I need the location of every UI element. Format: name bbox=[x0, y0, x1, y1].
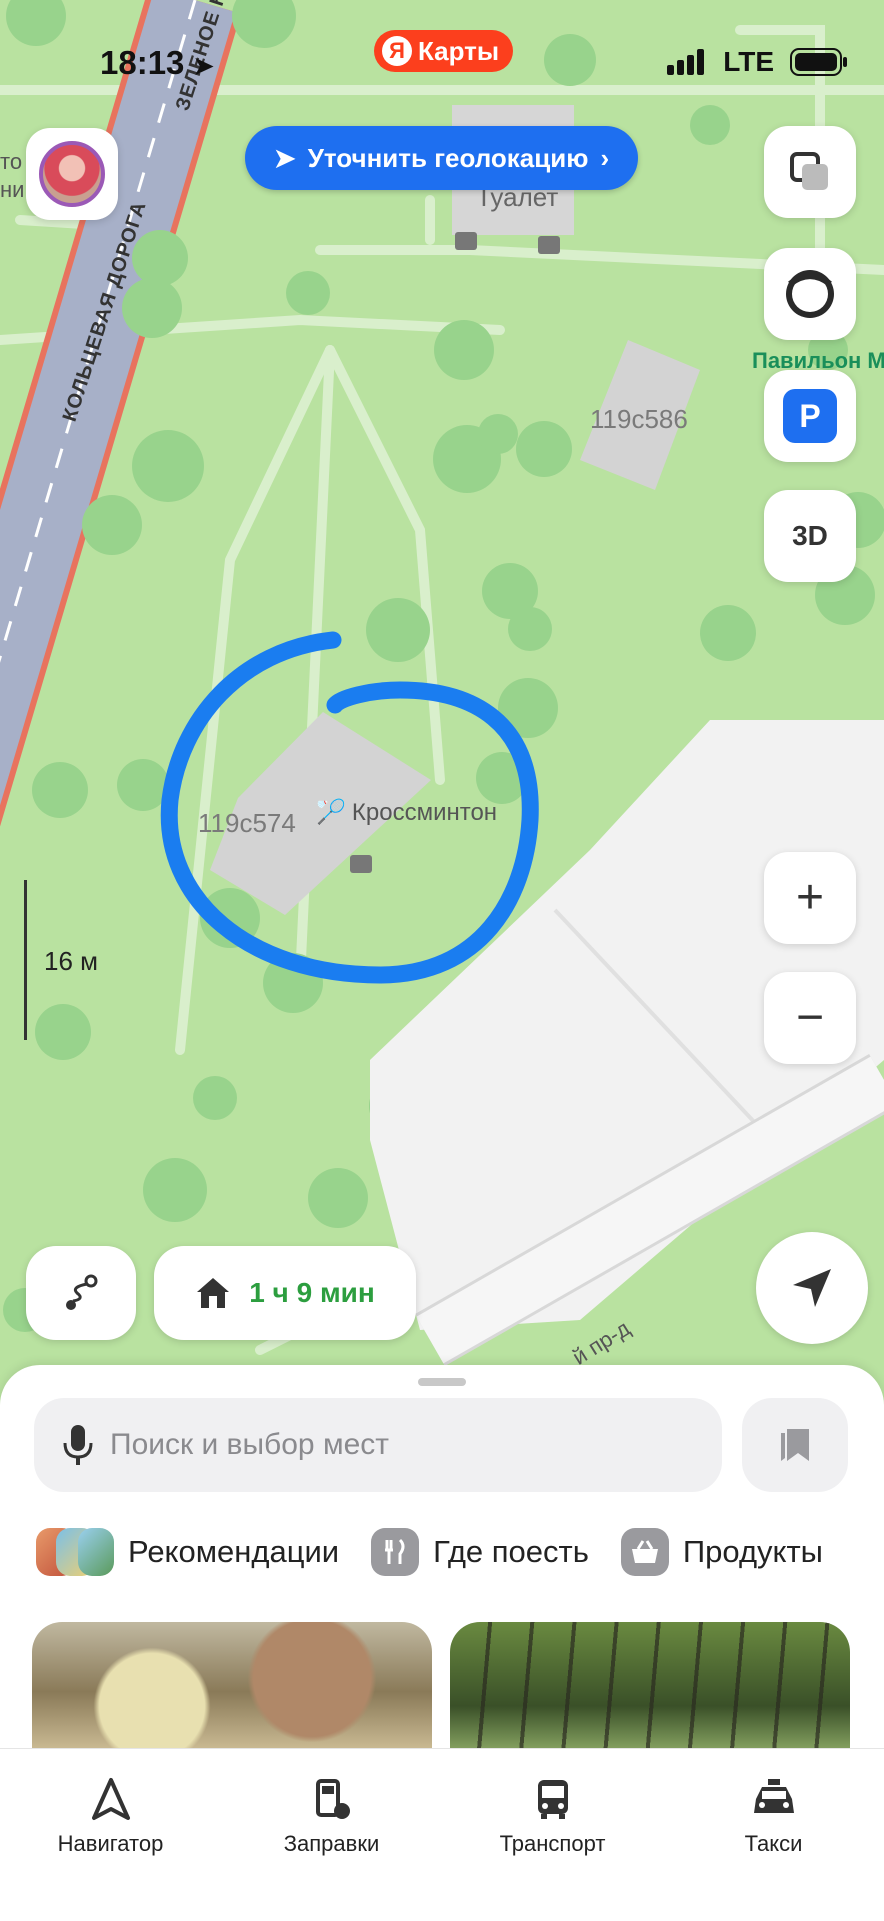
card-image bbox=[450, 1622, 850, 1762]
battery-icon bbox=[790, 48, 847, 76]
poi-label: Кроссминтон bbox=[351, 798, 498, 826]
route-button[interactable] bbox=[26, 1246, 136, 1340]
plus-icon: + bbox=[795, 871, 825, 924]
tab-navigator[interactable]: Навигатор bbox=[0, 1749, 221, 1921]
building-label-119c586: 119с586 bbox=[590, 404, 688, 434]
refine-location-button[interactable]: ➤ Уточнить геолокацию › bbox=[245, 126, 638, 190]
search-bar[interactable]: Поиск и выбор мест bbox=[34, 1398, 722, 1492]
tab-label: Транспорт bbox=[499, 1831, 606, 1856]
chip-recommendations[interactable]: Рекомендации bbox=[36, 1528, 339, 1576]
status-time: 18:13 ➤ bbox=[100, 44, 214, 81]
avatar bbox=[39, 141, 105, 207]
chip-label: Рекомендации bbox=[128, 1534, 340, 1569]
tab-fuel[interactable]: Заправки bbox=[221, 1749, 442, 1921]
basket-icon bbox=[620, 1528, 669, 1576]
tab-bar: Навигатор Заправки Транспорт Такси bbox=[0, 1748, 884, 1921]
my-location-button[interactable] bbox=[756, 1232, 868, 1344]
bus-icon bbox=[537, 1780, 568, 1819]
profile-button[interactable] bbox=[26, 128, 118, 220]
location-arrow-icon: ➤ bbox=[273, 142, 296, 173]
tab-taxi[interactable]: Такси bbox=[663, 1749, 884, 1921]
sheet-handle[interactable] bbox=[418, 1378, 466, 1386]
tab-label: Заправки bbox=[283, 1831, 380, 1856]
building-label-119c574: 119с574 bbox=[198, 808, 296, 838]
3d-button[interactable]: 3D bbox=[764, 490, 856, 582]
recommendation-card[interactable] bbox=[450, 1622, 850, 1762]
tab-transport[interactable]: Транспорт bbox=[442, 1749, 663, 1921]
card-image bbox=[32, 1622, 432, 1762]
parking-icon: P bbox=[783, 389, 837, 443]
navigator-icon bbox=[91, 1778, 130, 1820]
recommendation-card[interactable] bbox=[32, 1622, 432, 1762]
microphone-icon[interactable] bbox=[58, 1423, 98, 1467]
zoom-in-button[interactable]: + bbox=[764, 852, 856, 944]
chip-where-to-eat[interactable]: Где поесть bbox=[371, 1528, 589, 1576]
sport-icon: 🏸 bbox=[316, 799, 346, 826]
scale-label: 16 м bbox=[44, 946, 99, 976]
fork-knife-icon bbox=[371, 1528, 420, 1576]
status-right: LTE bbox=[667, 46, 848, 78]
chip-label: Где поесть bbox=[433, 1534, 589, 1569]
poi-crossminton[interactable]: 🏸 Кроссминтон bbox=[316, 798, 497, 827]
bookmarks-icon bbox=[781, 1429, 809, 1461]
search-input[interactable]: Поиск и выбор мест bbox=[110, 1428, 389, 1462]
chevron-right-icon: › bbox=[600, 142, 610, 173]
alice-icon bbox=[786, 270, 834, 318]
location-arrow-icon: ➤ bbox=[193, 53, 214, 80]
tab-label: Навигатор bbox=[57, 1831, 164, 1856]
refine-location-label: Уточнить геолокацию bbox=[307, 142, 589, 173]
3d-label: 3D bbox=[792, 520, 828, 551]
fuel-icon bbox=[315, 1779, 350, 1819]
category-chips: Рекомендации Где поесть Продукты bbox=[36, 1528, 823, 1576]
partial-left-label: то ни bbox=[0, 149, 25, 202]
home-icon bbox=[197, 1278, 230, 1308]
signal-icon bbox=[667, 49, 705, 75]
app-badge: Я Карты bbox=[374, 30, 514, 72]
home-eta-button[interactable]: 1 ч 9 мин bbox=[154, 1246, 416, 1340]
chip-label: Продукты bbox=[682, 1534, 823, 1569]
network-type: LTE bbox=[723, 46, 774, 77]
zoom-out-button[interactable]: − bbox=[764, 972, 856, 1064]
app-badge-label: Карты bbox=[418, 35, 500, 66]
taxi-icon bbox=[753, 1779, 794, 1813]
eta-label: 1 ч 9 мин bbox=[249, 1277, 375, 1308]
scale-bar bbox=[24, 880, 27, 1040]
chip-groceries[interactable]: Продукты bbox=[620, 1528, 823, 1576]
parking-button[interactable]: P bbox=[764, 370, 856, 462]
alice-button[interactable] bbox=[764, 248, 856, 340]
tab-label: Такси bbox=[744, 1831, 803, 1856]
recommendations-icon bbox=[36, 1528, 114, 1576]
minus-icon: − bbox=[795, 991, 825, 1044]
bookmarks-button[interactable] bbox=[742, 1398, 848, 1492]
route-icon bbox=[66, 1274, 98, 1310]
yandex-logo-icon: Я bbox=[382, 36, 412, 66]
layers-icon bbox=[790, 152, 828, 190]
navigation-arrow-icon bbox=[793, 1269, 831, 1307]
layers-button[interactable] bbox=[764, 126, 856, 218]
